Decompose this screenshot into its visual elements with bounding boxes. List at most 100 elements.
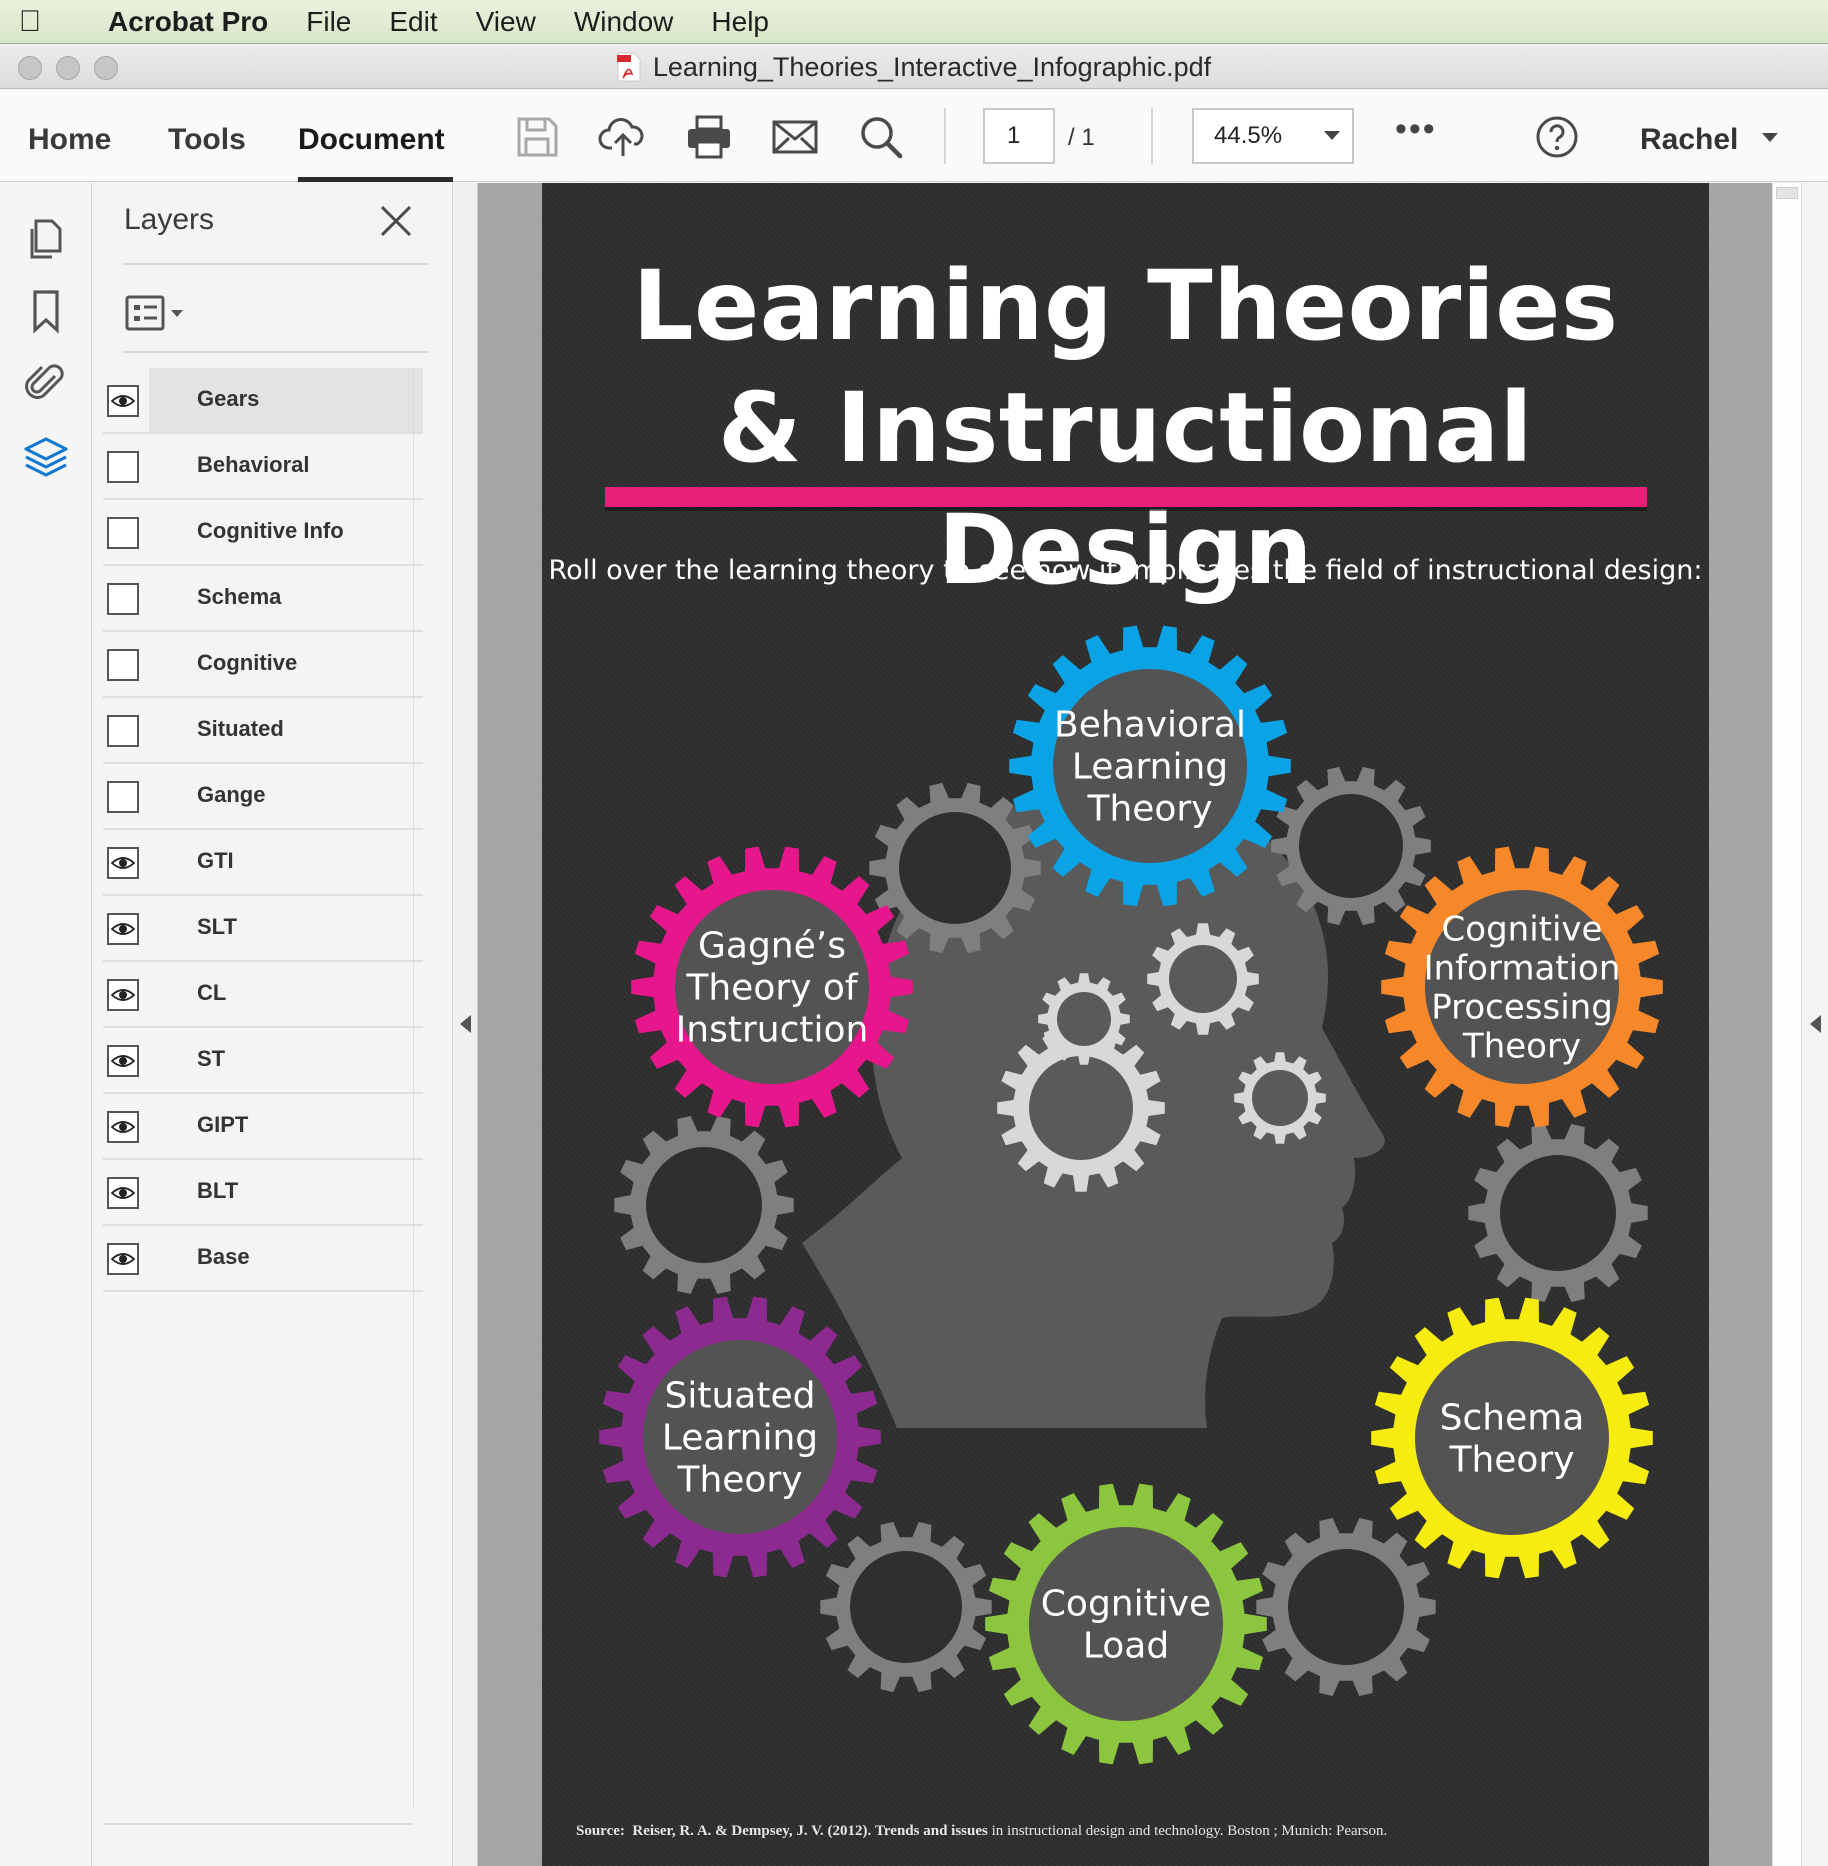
layer-visibility-toggle[interactable] <box>107 913 139 945</box>
layer-row[interactable]: GIPT <box>103 1094 423 1160</box>
theory-label: Learning <box>1072 747 1228 788</box>
layer-visibility-toggle[interactable] <box>107 979 139 1011</box>
layer-row[interactable]: Base <box>103 1226 423 1292</box>
user-menu[interactable]: Rachel <box>1640 90 1738 182</box>
layer-visibility-toggle[interactable] <box>107 583 139 615</box>
theory-label: Theory <box>1462 1026 1581 1066</box>
theory-label: Processing <box>1431 987 1613 1027</box>
menu-help[interactable]: Help <box>711 0 769 44</box>
layer-visibility-toggle[interactable] <box>107 1111 139 1143</box>
chevron-down-icon <box>1324 131 1340 140</box>
eye-icon <box>111 989 135 1001</box>
layer-visibility-toggle[interactable] <box>107 649 139 681</box>
help-icon[interactable] <box>1532 112 1582 162</box>
layer-row[interactable]: Gange <box>103 764 423 830</box>
layer-row[interactable]: Situated <box>103 698 423 764</box>
grey-gear-icon[interactable] <box>614 1116 794 1294</box>
collapse-panel-icon[interactable] <box>460 1015 471 1033</box>
acrobat-window:  Acrobat Pro File Edit View Window Help… <box>0 0 1828 1866</box>
print-icon[interactable] <box>684 112 734 162</box>
layer-visibility-toggle[interactable] <box>107 847 139 879</box>
menu-file[interactable]: File <box>306 0 351 44</box>
pages-icon[interactable] <box>22 215 70 263</box>
eye-icon <box>111 923 135 935</box>
source-rest: in instructional design and technology. … <box>991 1823 1388 1839</box>
page-number-input[interactable]: 1 <box>983 108 1055 164</box>
grey-gear-icon[interactable] <box>1256 1518 1436 1696</box>
layer-row[interactable]: Behavioral <box>103 434 423 500</box>
expand-right-pane-icon[interactable] <box>1810 1015 1821 1033</box>
layer-row-highlight <box>149 1028 423 1092</box>
scrollbar-thumb[interactable] <box>1776 187 1798 199</box>
layer-row[interactable]: Cognitive Info <box>103 500 423 566</box>
layer-row[interactable]: BLT <box>103 1160 423 1226</box>
grey-gear-icon[interactable] <box>820 1521 992 1693</box>
panel-scrollbar[interactable] <box>413 368 419 1808</box>
layer-row[interactable]: Cognitive <box>103 632 423 698</box>
layers-panel: Layers Gears Behavioral Cognitive Info Sche… <box>93 183 453 1866</box>
theory-label: Load <box>1083 1626 1169 1667</box>
layer-label: CL <box>197 980 227 1005</box>
tab-tools[interactable]: Tools <box>168 90 246 182</box>
zoom-value: 44.5% <box>1214 122 1283 149</box>
layer-row[interactable]: GTI <box>103 830 423 896</box>
theory-gear-schema[interactable]: SchemaTheory <box>1371 1297 1653 1579</box>
layer-visibility-toggle[interactable] <box>107 1045 139 1077</box>
search-icon[interactable] <box>856 112 906 162</box>
toolbar-separator <box>1151 108 1153 164</box>
layer-row-highlight <box>149 698 423 762</box>
more-options-button[interactable]: ••• <box>1395 110 1437 149</box>
chevron-down-icon[interactable] <box>1762 133 1778 142</box>
source-title: Trends and issues <box>875 1823 988 1839</box>
tab-document[interactable]: Document <box>298 90 453 182</box>
theory-label: Information <box>1424 948 1621 988</box>
layer-label: Cognitive Info <box>197 518 344 543</box>
apple-menu-icon[interactable]:  <box>0 0 60 44</box>
menu-view[interactable]: View <box>476 0 536 44</box>
theory-gear-cognitive-info[interactable]: CognitiveInformationProcessingTheory <box>1381 846 1663 1128</box>
menu-window[interactable]: Window <box>574 0 674 44</box>
attachment-icon[interactable] <box>22 359 70 407</box>
layer-row[interactable]: ST <box>103 1028 423 1094</box>
pdf-page: Behavioral Learning Theory Cognitive Informa… <box>542 183 1709 1866</box>
menu-edit[interactable]: Edit <box>389 0 437 44</box>
layer-row[interactable]: Schema <box>103 566 423 632</box>
eye-icon <box>111 857 135 869</box>
gear-hub <box>1299 794 1403 898</box>
divider <box>123 263 427 265</box>
layers-panel-title: Layers <box>124 203 215 236</box>
layer-visibility-toggle[interactable] <box>107 517 139 549</box>
layer-visibility-toggle[interactable] <box>107 385 139 417</box>
layer-visibility-toggle[interactable] <box>107 1243 139 1275</box>
layer-row[interactable]: SLT <box>103 896 423 962</box>
theory-gear-cognitive-load[interactable]: CognitiveLoad <box>985 1483 1267 1765</box>
main-toolbar: Home Tools Document 1 / 1 44.5% ••• Rach… <box>0 90 1828 182</box>
menu-app-name[interactable]: Acrobat Pro <box>108 0 268 44</box>
layer-row[interactable]: CL <box>103 962 423 1028</box>
layer-visibility-toggle[interactable] <box>107 715 139 747</box>
layer-visibility-toggle[interactable] <box>107 781 139 813</box>
layers-icon[interactable] <box>22 433 70 481</box>
gear-hub <box>1252 1070 1308 1126</box>
theory-gear-gagne[interactable]: Gagné’sTheory ofInstruction <box>631 846 913 1128</box>
close-icon[interactable] <box>376 201 416 241</box>
document-scrollbar[interactable] <box>1772 183 1802 1866</box>
layer-row[interactable]: Gears <box>103 368 423 434</box>
theory-label: Theory <box>1086 789 1212 830</box>
grey-gear-icon[interactable] <box>1468 1124 1648 1302</box>
theory-label: Theory of <box>685 968 859 1009</box>
zoom-select[interactable]: 44.5% <box>1192 108 1354 164</box>
layer-row-highlight <box>149 764 423 828</box>
layer-list: Gears Behavioral Cognitive Info Schema Cogni… <box>103 368 423 1292</box>
layer-visibility-toggle[interactable] <box>107 1177 139 1209</box>
mail-icon[interactable] <box>770 112 820 162</box>
tab-home[interactable]: Home <box>28 90 111 182</box>
layer-options-icon[interactable] <box>125 293 195 333</box>
upload-cloud-icon[interactable] <box>598 112 648 162</box>
save-icon[interactable] <box>512 112 562 162</box>
layer-label: Behavioral <box>197 452 310 477</box>
bookmark-icon[interactable] <box>22 287 70 335</box>
layer-visibility-toggle[interactable] <box>107 451 139 483</box>
theory-gear-situated[interactable]: SituatedLearningTheory <box>599 1296 881 1578</box>
gear-hub <box>1029 1056 1133 1160</box>
